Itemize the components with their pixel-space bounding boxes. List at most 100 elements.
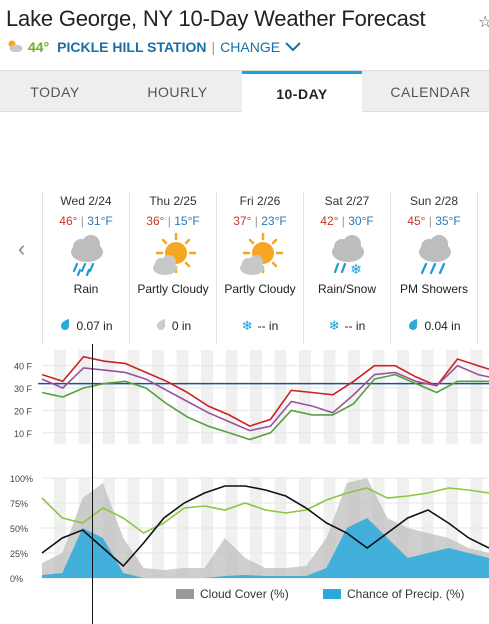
legend-swatch — [323, 589, 341, 599]
rain-snow-icon: ❄ — [322, 230, 372, 280]
day-high: 37° — [233, 214, 252, 228]
favorite-star-icon[interactable]: ☆ — [478, 12, 489, 32]
partly-cloudy-icon — [6, 39, 24, 56]
tab-10-day[interactable]: 10-DAY — [242, 71, 362, 113]
chevron-down-icon[interactable] — [285, 39, 301, 55]
tab-hourly[interactable]: HOURLY — [120, 71, 235, 112]
cloud-ytick-label: 100% — [10, 474, 33, 484]
showers-icon — [409, 230, 459, 280]
day-hi-lo: 36° | 15°F — [146, 214, 200, 228]
day-date: Thu 2/25 — [149, 194, 197, 208]
station-name[interactable]: PICKLE HILL STATION — [57, 39, 206, 55]
day-condition: Partly Cloudy — [137, 282, 209, 296]
legend-swatch — [176, 589, 194, 599]
day-hi-lo: 45° | 35°F — [407, 214, 461, 228]
precip-amount: -- in — [257, 319, 279, 333]
day-column-wed[interactable]: Wed 2/24 46° | 31°F Rain 0.07 in — [42, 192, 129, 344]
day-hi-lo: 37° | 23°F — [233, 214, 287, 228]
night-band — [348, 350, 360, 444]
dry-drop-icon — [155, 318, 167, 333]
day-precip: 0.04 in — [391, 318, 477, 333]
legend-label: Chance of Precip. (%) — [347, 587, 465, 601]
current-time-marker — [92, 344, 93, 624]
day-precip: 0 in — [130, 318, 216, 333]
tab-today[interactable]: TODAY — [0, 71, 110, 112]
night-band — [201, 350, 213, 444]
cloud-ytick-label: 25% — [10, 549, 28, 559]
cloud-precip-chart: 100% 75% 50% 25% 0% — [10, 474, 489, 584]
day-column-sat[interactable]: Sat 2/27 42° | 30°F ❄ Rain/Snow ❄ -- in — [303, 192, 390, 344]
legend-cloud-cover: Cloud Cover (%) — [176, 586, 289, 602]
forecast-tabs: TODAY HOURLY 10-DAY CALENDAR — [0, 70, 489, 113]
day-column-fri[interactable]: Fri 2/26 37° | 23°F Partly Cloudy ❄ -- i… — [216, 192, 303, 344]
precip-amount: -- in — [344, 319, 366, 333]
day-low: 31°F — [87, 214, 113, 228]
day-low: 35°F — [435, 214, 461, 228]
temp-ytick-label: 10 F — [14, 429, 33, 439]
day-high: 36° — [146, 214, 165, 228]
snowflake-icon: ❄ — [241, 318, 253, 333]
precip-amount: 0 in — [171, 318, 192, 333]
day-date: Sun 2/28 — [409, 194, 459, 208]
temp-ytick-label: 20 F — [14, 406, 33, 416]
current-temp: 44° — [28, 39, 50, 55]
day-condition: PM Showers — [399, 282, 469, 296]
day-hi-lo: 42° | 30°F — [320, 214, 374, 228]
night-band — [421, 350, 434, 444]
night-band — [78, 350, 91, 444]
night-band — [323, 350, 336, 444]
day-high: 46° — [59, 214, 78, 228]
previous-days-arrow-icon[interactable]: ‹ — [18, 236, 25, 262]
partly-cloudy-icon — [235, 230, 285, 280]
night-band — [372, 350, 385, 444]
day-low: 23°F — [261, 214, 287, 228]
temp-chart-bands — [54, 350, 483, 444]
raindrop-icon — [59, 318, 71, 333]
day-date: Fri 2/26 — [239, 194, 281, 208]
tab-calendar[interactable]: CALENDAR — [372, 71, 489, 112]
change-station-link[interactable]: CHANGE — [220, 39, 280, 55]
night-band — [299, 350, 311, 444]
cloud-ytick-label: 50% — [10, 524, 28, 534]
day-date: Sat 2/27 — [324, 194, 370, 208]
snowflake-icon: ❄ — [328, 318, 340, 333]
night-band — [274, 350, 287, 444]
legend-chance-precip: Chance of Precip. (%) — [323, 586, 464, 602]
day-date: Wed 2/24 — [60, 194, 112, 208]
night-band — [103, 350, 115, 444]
day-hi-lo: 46° | 31°F — [59, 214, 113, 228]
day-column-thu[interactable]: Thu 2/25 36° | 15°F Partly Cloudy 0 in — [129, 192, 216, 344]
legend-label: Cloud Cover (%) — [200, 587, 289, 601]
day-high: 42° — [320, 214, 339, 228]
night-band — [225, 350, 238, 444]
day-high: 45° — [407, 214, 426, 228]
day-precip: 0.07 in — [43, 318, 129, 333]
day-columns: Wed 2/24 46° | 31°F Rain 0.07 in Thu 2/2… — [42, 192, 489, 344]
night-band — [127, 350, 140, 444]
night-band — [446, 350, 458, 444]
raindrop-icon — [407, 318, 419, 333]
cloud-chart-yticks: 100% 75% 50% 25% 0% — [10, 474, 33, 584]
day-low: 15°F — [174, 214, 200, 228]
precip-amount: 0.04 in — [424, 318, 461, 333]
precip-amount: 0.07 in — [76, 318, 113, 333]
svg-text:❄: ❄ — [350, 262, 362, 278]
day-condition: Rain — [73, 282, 99, 296]
day-precip: ❄ -- in — [304, 318, 390, 334]
day-low: 30°F — [348, 214, 374, 228]
cloud-ytick-label: 0% — [10, 574, 23, 584]
cloud-ytick-label: 75% — [10, 499, 28, 509]
partly-cloudy-icon — [148, 230, 198, 280]
day-column-sun[interactable]: Sun 2/28 45° | 35°F PM Showers 0.04 in — [390, 192, 477, 344]
rain-icon — [61, 230, 111, 280]
temperature-chart: 40 F 30 F 20 F 10 F — [14, 350, 489, 444]
temp-ytick-label: 40 F — [14, 362, 33, 372]
day-precip: ❄ -- in — [217, 318, 303, 334]
day-column-partial[interactable] — [477, 192, 489, 344]
night-band — [397, 350, 409, 444]
page-title: Lake George, NY 10-Day Weather Forecast — [6, 6, 426, 31]
station-bar: 44° PICKLE HILL STATION | CHANGE — [6, 36, 301, 58]
day-condition: Partly Cloudy — [224, 282, 296, 296]
temp-chart-yticks: 40 F 30 F 20 F 10 F — [14, 362, 33, 439]
temp-ytick-label: 30 F — [14, 384, 33, 394]
